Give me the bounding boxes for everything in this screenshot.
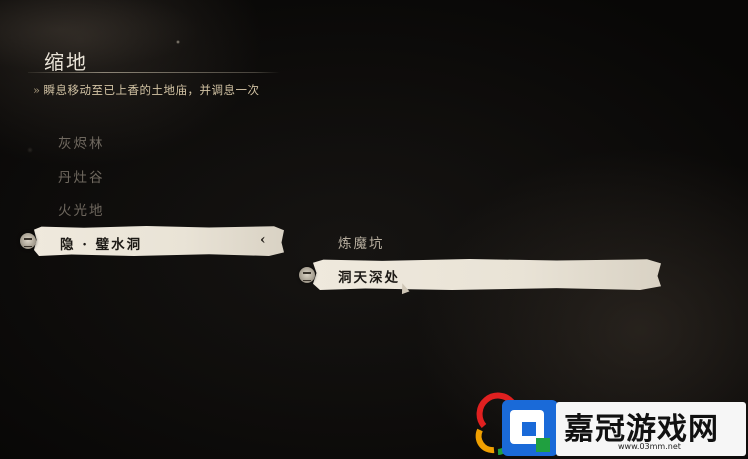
sublocation-item-lianmokeng[interactable]: 炼魔坑 [338, 232, 385, 252]
title-divider [28, 72, 280, 73]
location-item-bishuidong[interactable]: 隐 · 璧水洞 [60, 233, 142, 253]
subtitle-text: 瞬息移动至已上香的土地庙，并调息一次 [43, 83, 260, 97]
watermark-url: www.03mm.net [618, 442, 681, 451]
watermark: 嘉冠游戏网 www.03mm.net [470, 392, 748, 459]
location-item-danzaogu[interactable]: 丹灶谷 [58, 166, 105, 186]
watermark-logo-icon [475, 392, 558, 456]
menu-title: 缩地 [44, 50, 88, 74]
shrine-icon [299, 267, 315, 283]
fast-travel-screen: 缩地 » 瞬息移动至已上香的土地庙，并调息一次 灰烬林 丹灶谷 火光地 隐 · 璧… [0, 0, 748, 459]
location-item-huoguangdi[interactable]: 火光地 [58, 199, 105, 219]
menu-subtitle: » 瞬息移动至已上香的土地庙，并调息一次 [33, 82, 260, 98]
sublocation-item-dongtianshenchu[interactable]: 洞天深处 [338, 266, 400, 286]
subtitle-arrow-icon: » [33, 83, 41, 97]
chevron-left-icon: ‹ [260, 232, 266, 248]
shrine-icon [20, 233, 36, 249]
location-item-huijinlin[interactable]: 灰烬林 [58, 132, 105, 152]
